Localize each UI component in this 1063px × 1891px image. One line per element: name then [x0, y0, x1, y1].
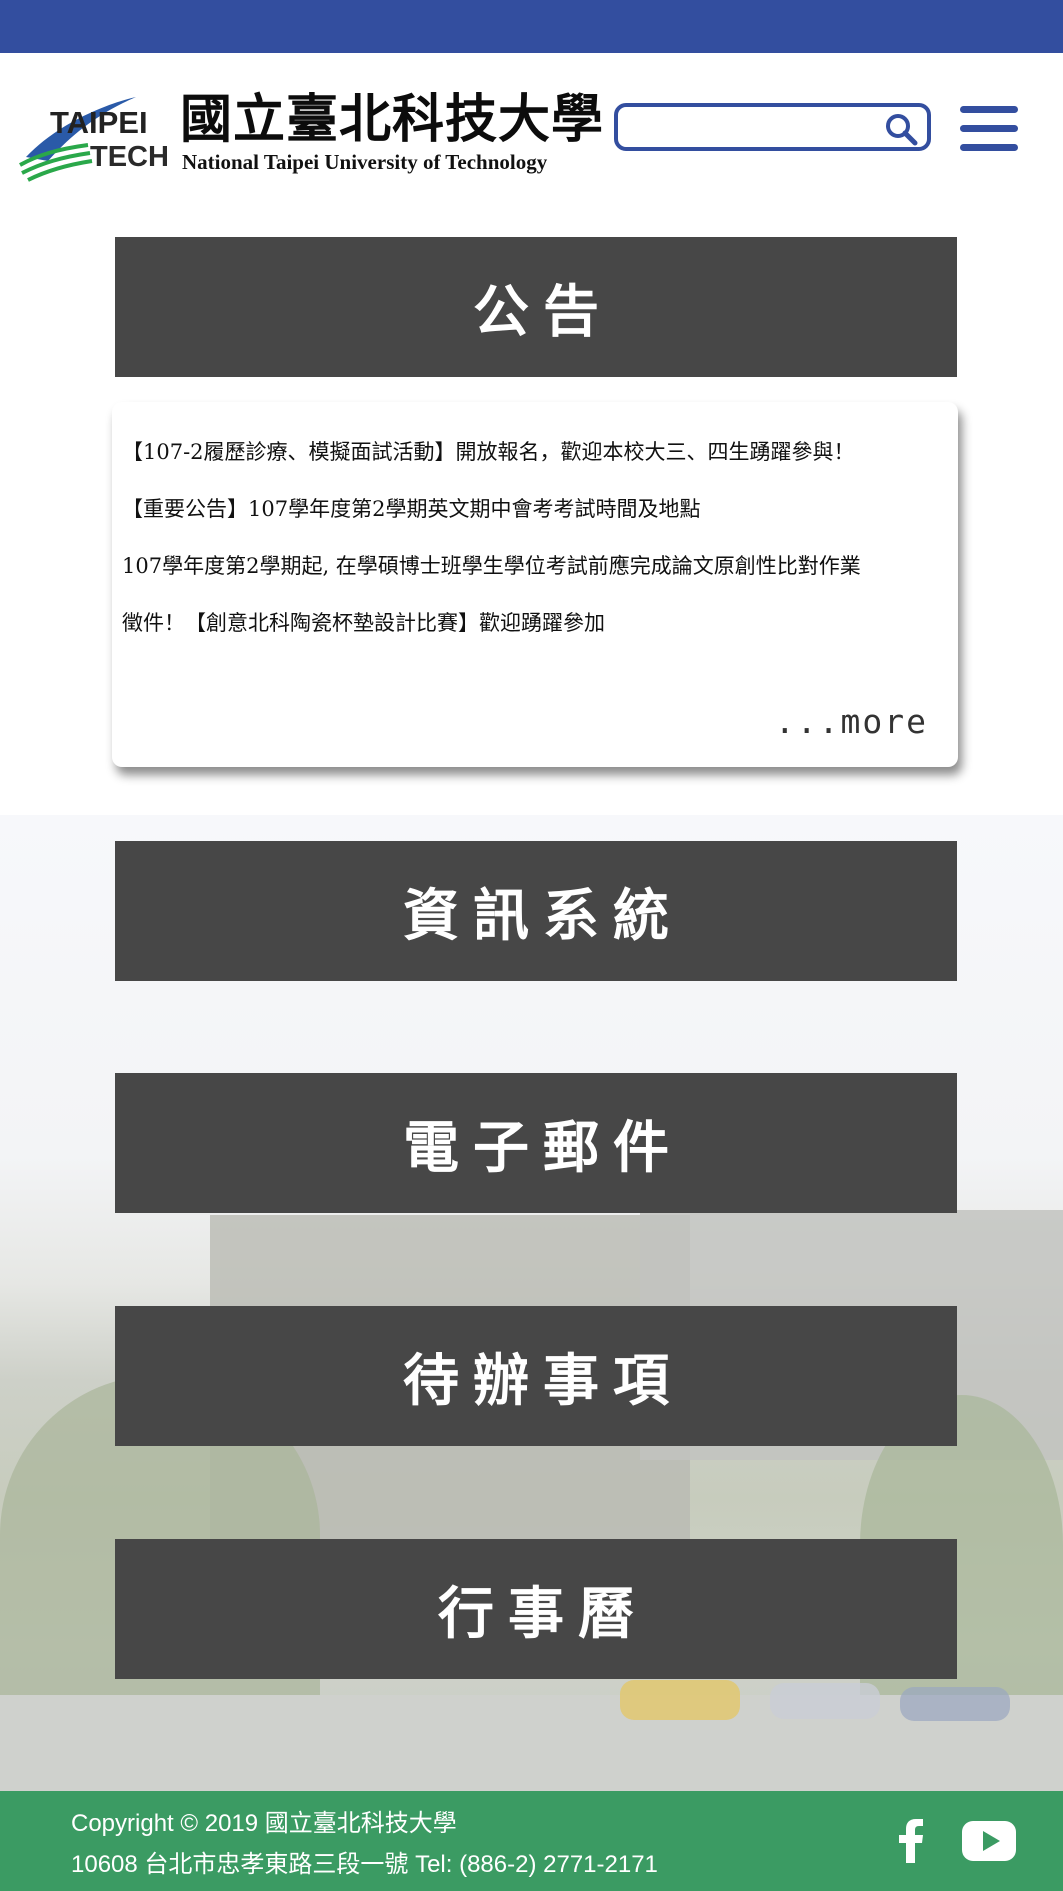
logo-text-tech: TECH: [90, 141, 169, 173]
announcement-link[interactable]: 徵件！【創意北科陶瓷杯墊設計比賽】歡迎踴躍參加: [122, 611, 605, 635]
announcement-link[interactable]: 【107-2履歷診療、模擬面試活動】開放報名，歡迎本校大三、四生踴躍參與！: [122, 440, 855, 464]
calendar-label: 行事曆: [438, 1580, 648, 1647]
announcements-header: 公告: [115, 237, 957, 377]
footer-copyright: Copyright © 2019 國立臺北科技大學: [71, 1810, 457, 1837]
todo-label: 待辦事項: [403, 1347, 683, 1414]
announcement-item[interactable]: 【107-2履歷診療、模擬面試活動】開放報名，歡迎本校大三、四生踴躍參與！: [122, 424, 952, 481]
information-system-label: 資訊系統: [403, 882, 683, 949]
announcement-item[interactable]: 徵件！【創意北科陶瓷杯墊設計比賽】歡迎踴躍參加: [122, 595, 952, 652]
announcement-link[interactable]: 107學年度第2學期起, 在學碩博士班學生學位考試前應完成論文原創性比對作業: [122, 554, 861, 578]
menu-icon[interactable]: [960, 106, 1018, 151]
announcements-card: 【107-2履歷診療、模擬面試活動】開放報名，歡迎本校大三、四生踴躍參與！ 【重…: [112, 402, 958, 767]
information-system-button[interactable]: 資訊系統: [115, 841, 957, 981]
footer-address: 10608 台北市忠孝東路三段一號 Tel: (886-2) 2771-2171: [71, 1851, 658, 1878]
youtube-icon[interactable]: [962, 1821, 1016, 1861]
search-input[interactable]: [630, 113, 874, 145]
facebook-icon[interactable]: [896, 1819, 926, 1863]
announcements-title: 公告: [473, 278, 613, 345]
top-bar: [0, 0, 1063, 53]
search-icon[interactable]: [883, 111, 919, 147]
email-label: 電子郵件: [403, 1114, 683, 1181]
more-link[interactable]: ...more: [775, 702, 928, 741]
announcement-list: 【107-2履歷診療、模擬面試活動】開放報名，歡迎本校大三、四生踴躍參與！ 【重…: [122, 424, 952, 652]
university-logo[interactable]: TAIPEI TECH 國立臺北科技大學 National Taipei Uni…: [18, 83, 603, 183]
calendar-button[interactable]: 行事曆: [115, 1539, 957, 1679]
todo-button[interactable]: 待辦事項: [115, 1306, 957, 1446]
announcement-item[interactable]: 【重要公告】107學年度第2學期英文期中會考考試時間及地點: [122, 481, 952, 538]
logo-text-taipei: TAIPEI: [50, 105, 148, 140]
search-box[interactable]: [614, 103, 931, 151]
logo-text-english: National Taipei University of Technology: [182, 150, 548, 174]
logo-text-chinese: 國立臺北科技大學: [180, 89, 605, 150]
email-button[interactable]: 電子郵件: [115, 1073, 957, 1213]
footer: Copyright © 2019 國立臺北科技大學 10608 台北市忠孝東路三…: [0, 1791, 1063, 1891]
announcement-item[interactable]: 107學年度第2學期起, 在學碩博士班學生學位考試前應完成論文原創性比對作業: [122, 538, 952, 595]
announcement-link[interactable]: 【重要公告】107學年度第2學期英文期中會考考試時間及地點: [122, 497, 700, 521]
